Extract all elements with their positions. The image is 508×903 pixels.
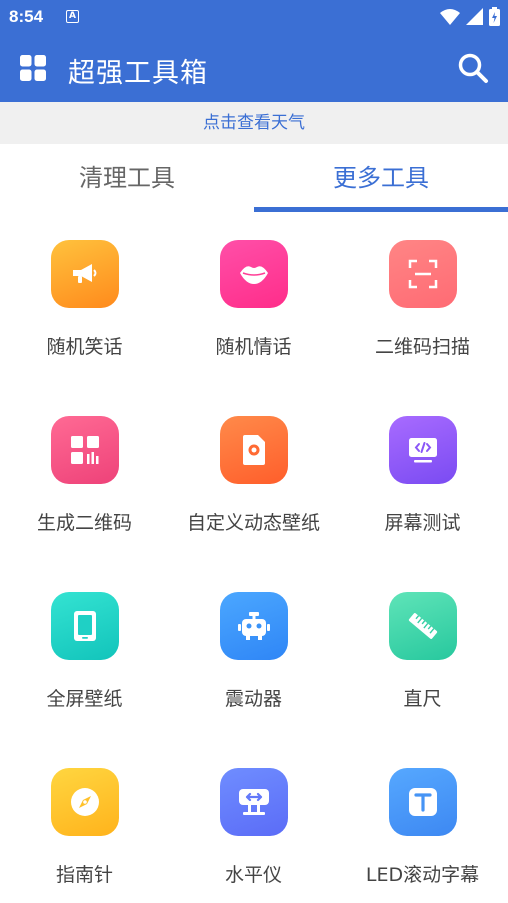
wifi-icon (440, 8, 460, 25)
tool-random-love-words[interactable]: 随机情话 (169, 212, 338, 388)
tool-screen-test[interactable]: 屏幕测试 (338, 388, 507, 564)
notification-a-icon: A (66, 10, 79, 23)
compass-icon (70, 788, 99, 816)
tool-vibrator[interactable]: 震动器 (169, 564, 338, 740)
tool-icon-bg (388, 416, 457, 484)
tool-icon-bg (219, 592, 288, 660)
tool-label: 直尺 (403, 688, 442, 710)
megaphone-icon (72, 264, 96, 283)
tool-icon-bg (388, 240, 457, 308)
tool-label: LED滚动字幕 (365, 864, 480, 886)
status-icons (440, 7, 500, 26)
tool-generate-qr[interactable]: 生成二维码 (0, 388, 169, 564)
tab-more-tools[interactable]: 更多工具 (254, 144, 508, 212)
tool-icon-bg (50, 592, 119, 660)
tab-bar: 清理工具 更多工具 (0, 144, 508, 212)
tool-label: 随机情话 (215, 336, 292, 358)
phone-dot-icon (242, 435, 265, 465)
tool-icon-bg (388, 592, 457, 660)
tool-label: 指南针 (55, 864, 113, 886)
app-title: 超强工具箱 (68, 58, 208, 89)
tool-icon-bg (50, 240, 119, 308)
grid-menu-icon[interactable] (20, 55, 46, 81)
ruler-icon (408, 613, 437, 639)
tool-random-joke[interactable]: 随机笑话 (0, 212, 169, 388)
tool-label: 震动器 (224, 688, 282, 710)
tool-compass[interactable]: 指南针 (0, 740, 169, 903)
tab-cleanup-tools[interactable]: 清理工具 (0, 144, 254, 212)
app-bar: 超强工具箱 (0, 34, 508, 102)
lips-icon (239, 266, 268, 284)
tool-spirit-level[interactable]: 水平仪 (169, 740, 338, 903)
tool-label: 生成二维码 (36, 512, 132, 534)
signal-icon (466, 8, 483, 25)
tool-led-scroll-text[interactable]: LED滚动字幕 (338, 740, 507, 903)
tool-icon-bg (219, 416, 288, 484)
tool-label: 自定义动态壁纸 (186, 512, 320, 534)
code-screen-icon (408, 438, 437, 463)
search-icon[interactable] (457, 52, 489, 84)
tool-label: 随机笑话 (46, 336, 123, 358)
tool-icon-bg (219, 240, 288, 308)
level-icon (238, 789, 269, 815)
status-time: 8:54 (9, 7, 44, 26)
tool-qr-scan[interactable]: 二维码扫描 (338, 212, 507, 388)
battery-icon (489, 7, 500, 26)
tool-fullscreen-wallpaper[interactable]: 全屏壁纸 (0, 564, 169, 740)
tool-label: 屏幕测试 (384, 512, 461, 534)
tool-icon-bg (50, 768, 119, 836)
tool-icon-bg (388, 768, 457, 836)
tools-grid: 随机笑话 随机情话 二维码扫描 生成二维码 自定义动态壁纸 屏幕测试 全屏壁纸 … (0, 212, 508, 903)
tool-ruler[interactable]: 直尺 (338, 564, 507, 740)
tool-label: 全屏壁纸 (46, 688, 123, 710)
tool-icon-bg (219, 768, 288, 836)
tool-custom-live-wallpaper[interactable]: 自定义动态壁纸 (169, 388, 338, 564)
status-bar: 8:54 A (0, 0, 508, 34)
phone-icon (73, 611, 96, 641)
text-t-icon (408, 788, 437, 816)
robot-icon (237, 612, 270, 640)
qrcode-icon (70, 436, 99, 464)
tool-label: 水平仪 (224, 864, 282, 886)
weather-link[interactable]: 点击查看天气 (0, 102, 508, 144)
scan-icon (408, 259, 437, 289)
tool-label: 二维码扫描 (374, 336, 470, 358)
tool-icon-bg (50, 416, 119, 484)
